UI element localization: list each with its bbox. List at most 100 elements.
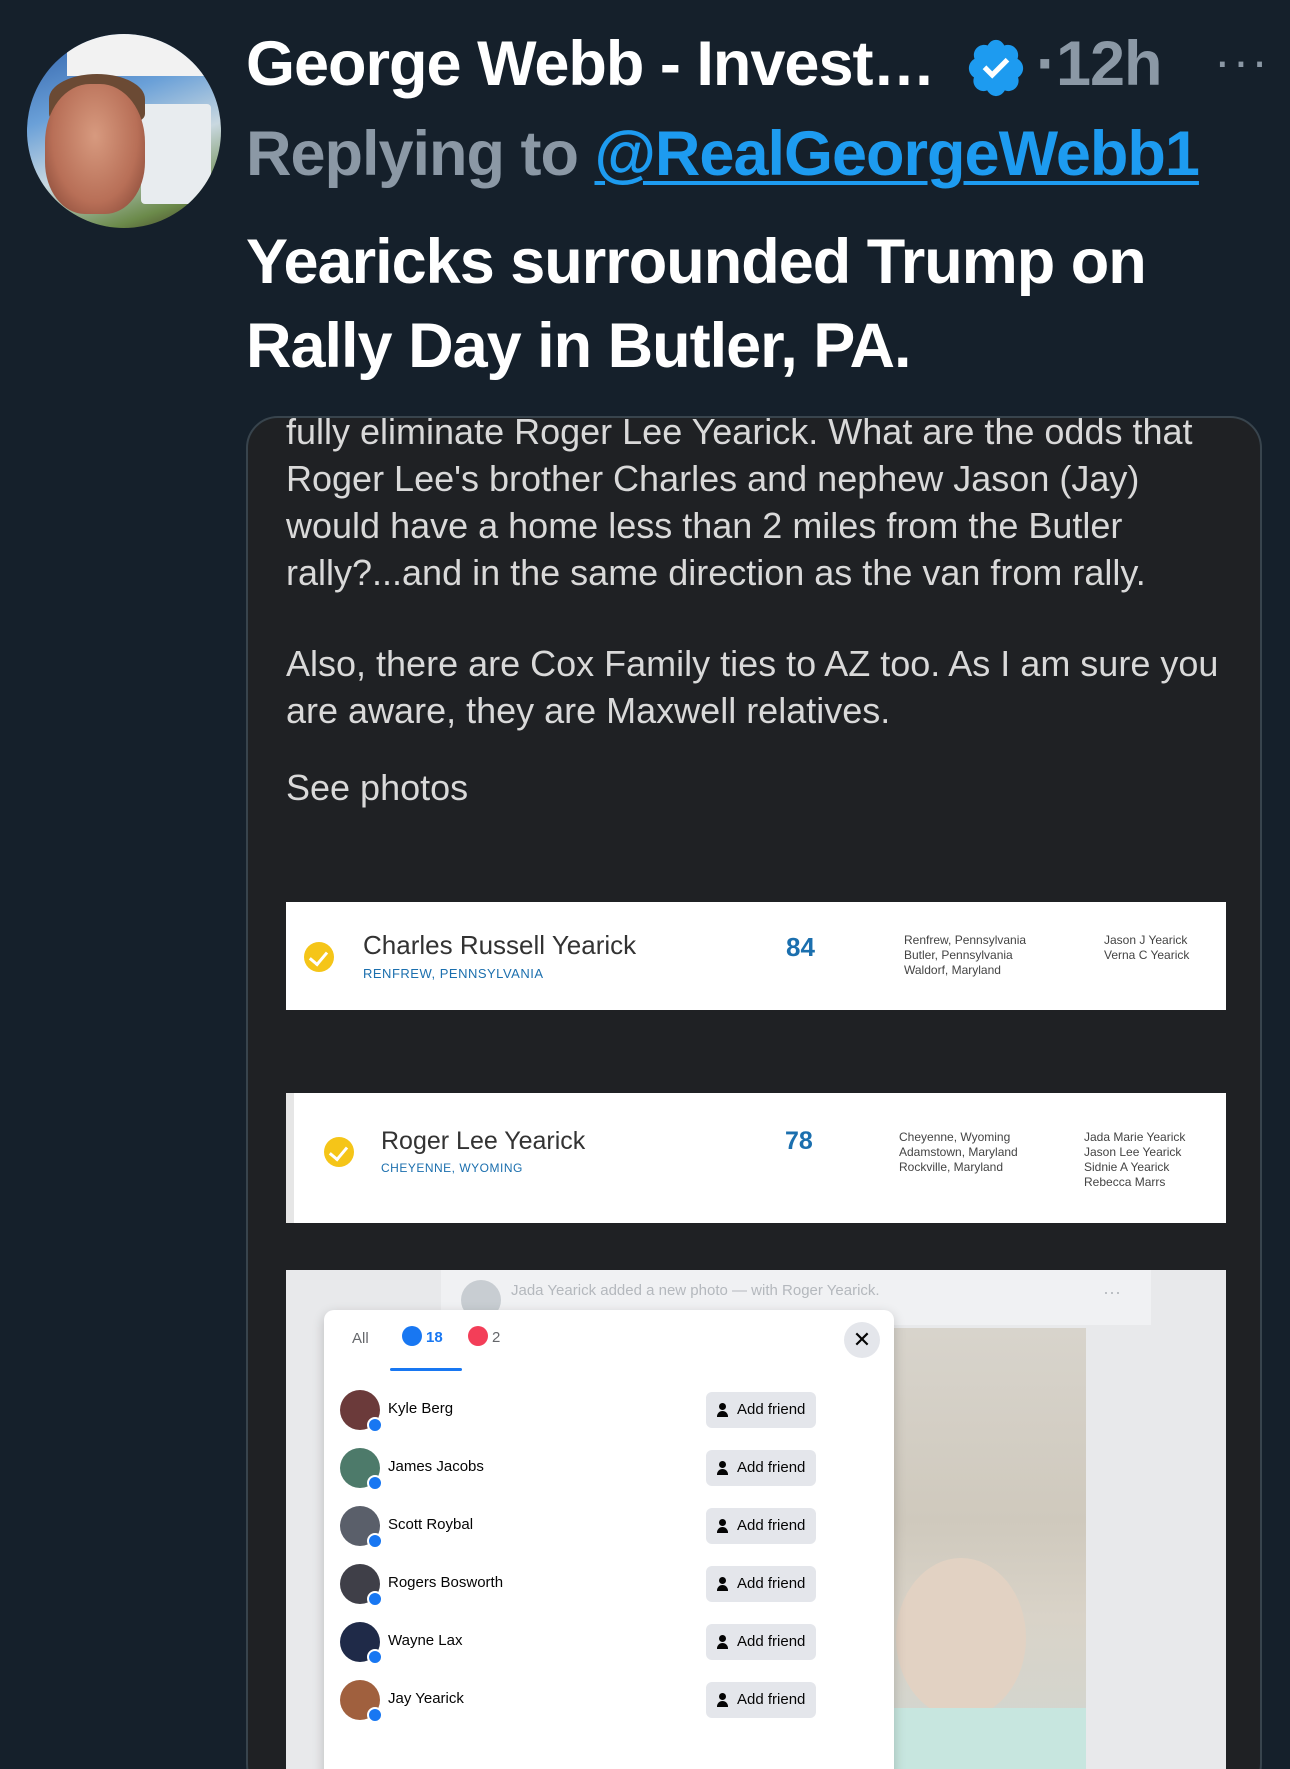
record-relative: Jason J Yearick [1104,933,1188,947]
person-name[interactable]: Kyle Berg [388,1400,453,1417]
record-relative: Jada Marie Yearick [1084,1130,1186,1144]
add-friend-label: Add friend [737,1401,806,1418]
record-relative: Rebecca Marrs [1084,1175,1166,1189]
record-relative: Jason Lee Yearick [1084,1145,1182,1159]
people-search-record: Charles Russell Yearick RENFREW, PENNSYL… [286,902,1226,1010]
record-location: CHEYENNE, WYOMING [381,1161,523,1175]
avatar[interactable] [340,1680,383,1723]
list-item: Rogers Bosworth Add friend [340,1560,880,1610]
like-badge-icon [367,1533,383,1549]
likes-count: 18 [426,1328,443,1346]
add-friend-label: Add friend [737,1691,806,1708]
avatar[interactable] [340,1390,383,1433]
avatar-face-graphic [45,84,145,214]
tweet-header: George Webb - Invest… ·12h ··· [246,28,1276,103]
add-friend-icon [717,1519,731,1533]
add-friend-button[interactable]: Add friend [706,1450,816,1486]
fb-post-more-icon[interactable]: ··· [1103,1282,1121,1303]
verified-check-icon [324,1137,354,1167]
tweet-media[interactable]: fully eliminate Roger Lee Yearick. What … [246,416,1262,1769]
like-badge-icon [367,1649,383,1665]
add-friend-icon [717,1461,731,1475]
tab-loves[interactable]: 2 [468,1326,501,1348]
document-paragraph: Also, there are Cox Family ties to AZ to… [286,643,1219,731]
add-friend-button[interactable]: Add friend [706,1392,816,1428]
add-friend-label: Add friend [737,1575,806,1592]
person-name[interactable]: Jay Yearick [388,1690,464,1707]
see-photos-text: See photos [286,767,469,808]
person-name[interactable]: Scott Roybal [388,1516,473,1533]
record-place: Cheyenne, Wyoming [899,1130,1011,1144]
add-friend-label: Add friend [737,1517,806,1534]
like-badge-icon [367,1475,383,1491]
avatar-banner-graphic [67,34,221,76]
record-relatives: Jada Marie Yearick Jason Lee Yearick Sid… [1084,1130,1185,1190]
like-badge-icon [367,1591,383,1607]
tweet-timestamp[interactable]: ·12h [1036,28,1163,100]
record-name: Charles Russell Yearick [363,930,637,960]
like-badge-icon [367,1417,383,1433]
people-search-record: Roger Lee Yearick CHEYENNE, WYOMING 78 C… [286,1093,1226,1223]
timestamp-value: 12h [1055,29,1163,99]
reply-handle-link[interactable]: @RealGeorgeWebb1 [595,119,1200,189]
add-friend-icon [717,1635,731,1649]
list-item: Scott Roybal Add friend [340,1502,880,1552]
record-relatives: Jason J Yearick Verna C Yearick [1104,933,1189,963]
record-name: Roger Lee Yearick [381,1127,586,1155]
avatar[interactable] [340,1448,383,1491]
add-friend-label: Add friend [737,1459,806,1476]
record-places: Renfrew, Pennsylvania Butler, Pennsylvan… [904,933,1026,978]
record-place: Renfrew, Pennsylvania [904,933,1027,947]
tab-likes[interactable]: 18 [402,1326,443,1348]
list-item: Wayne Lax Add friend [340,1618,880,1668]
facebook-screenshot: Jada Yearick added a new photo — with Ro… [286,1270,1226,1769]
timestamp-separator: · [1036,29,1057,99]
avatar[interactable] [340,1622,383,1665]
close-icon[interactable]: ✕ [844,1322,880,1358]
add-friend-button[interactable]: Add friend [706,1624,816,1660]
reply-prefix: Replying to [246,119,595,189]
record-relative: Sidnie A Yearick [1084,1160,1170,1174]
document-paragraph: fully eliminate Roger Lee Yearick. What … [286,416,1193,593]
screenshot-document: fully eliminate Roger Lee Yearick. What … [286,416,1226,855]
loves-count: 2 [492,1328,501,1346]
add-friend-icon [717,1577,731,1591]
add-friend-icon [717,1403,731,1417]
record-place: Rockville, Maryland [899,1160,1004,1174]
verified-badge-icon[interactable] [965,36,1027,98]
avatar-building-graphic [141,104,211,204]
add-friend-button[interactable]: Add friend [706,1508,816,1544]
tweet-text: Yearicks surrounded Trump on Rally Day i… [246,227,1147,381]
list-item: James Jacobs Add friend [340,1444,880,1494]
active-tab-indicator [390,1368,462,1371]
add-friend-button[interactable]: Add friend [706,1682,816,1718]
fb-post-header-text: Jada Yearick added a new photo — with Ro… [511,1282,880,1299]
avatar[interactable] [340,1564,383,1607]
love-icon [468,1326,488,1346]
add-friend-icon [717,1693,731,1707]
record-age: 78 [785,1127,813,1155]
author-name[interactable]: George Webb - Invest… [246,28,935,100]
list-item: Jay Yearick Add friend [340,1676,880,1726]
tab-all[interactable]: All [352,1330,369,1347]
fb-photo [886,1328,1086,1769]
like-badge-icon [367,1707,383,1723]
record-place: Adamstown, Maryland [899,1145,1018,1159]
record-location: RENFREW, PENNSYLVANIA [363,966,544,981]
avatar[interactable] [340,1506,383,1549]
person-name[interactable]: Rogers Bosworth [388,1574,503,1591]
record-age: 84 [786,932,815,962]
fb-photo-shirt [886,1708,1086,1769]
more-options-icon[interactable]: ··· [1214,32,1270,90]
record-place: Waldorf, Maryland [904,963,1001,977]
record-place: Butler, Pennsylvania [904,948,1013,962]
person-name[interactable]: James Jacobs [388,1458,484,1475]
reactions-dialog: All 18 2 ✕ Kyle Berg Add friend James Ja… [324,1310,894,1769]
add-friend-button[interactable]: Add friend [706,1566,816,1602]
author-avatar[interactable] [27,34,221,228]
person-name[interactable]: Wayne Lax [388,1632,462,1649]
replying-to: Replying to @RealGeorgeWebb1 [246,118,1200,190]
list-item: Kyle Berg Add friend [340,1386,880,1436]
verified-check-icon [304,942,334,972]
add-friend-label: Add friend [737,1633,806,1650]
